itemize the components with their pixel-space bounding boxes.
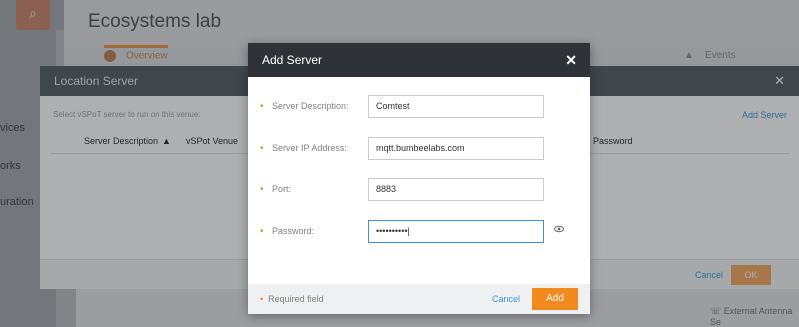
port-input[interactable]: 8883 — [368, 178, 544, 201]
password-input[interactable]: ••••••••••| — [368, 220, 544, 243]
required-marker: • — [260, 294, 264, 304]
required-marker: • — [260, 184, 264, 195]
cancel-button[interactable]: Cancel — [492, 294, 520, 304]
required-field-note: • Required field — [260, 294, 324, 304]
password-row: • Password: ••••••••••| — [248, 220, 590, 244]
add-server-dialog: Add Server ✕ • Server Description: Comte… — [248, 43, 590, 314]
required-marker: • — [260, 226, 264, 237]
add-server-title: Add Server — [262, 53, 323, 67]
required-marker: • — [260, 101, 264, 112]
server-description-label: Server Description: — [272, 101, 349, 111]
port-row: • Port: 8883 — [248, 178, 590, 202]
add-button[interactable]: Add — [532, 288, 578, 310]
server-ip-input[interactable]: mqtt.bumbeelabs.com — [368, 137, 544, 160]
port-label: Port: — [272, 184, 292, 194]
server-description-input[interactable]: Comtest — [368, 95, 544, 118]
show-password-icon[interactable] — [554, 225, 564, 235]
password-label: Password: — [272, 226, 315, 236]
server-ip-label: Server IP Address: — [272, 143, 347, 153]
add-server-footer: • Required field Cancel Add — [248, 284, 590, 314]
add-server-header: Add Server ✕ — [248, 43, 590, 77]
required-marker: • — [260, 143, 264, 154]
close-icon[interactable]: ✕ — [565, 43, 577, 77]
server-description-row: • Server Description: Comtest — [248, 95, 590, 119]
required-field-text: Required field — [268, 294, 324, 304]
server-ip-row: • Server IP Address: mqtt.bumbeelabs.com — [248, 137, 590, 161]
